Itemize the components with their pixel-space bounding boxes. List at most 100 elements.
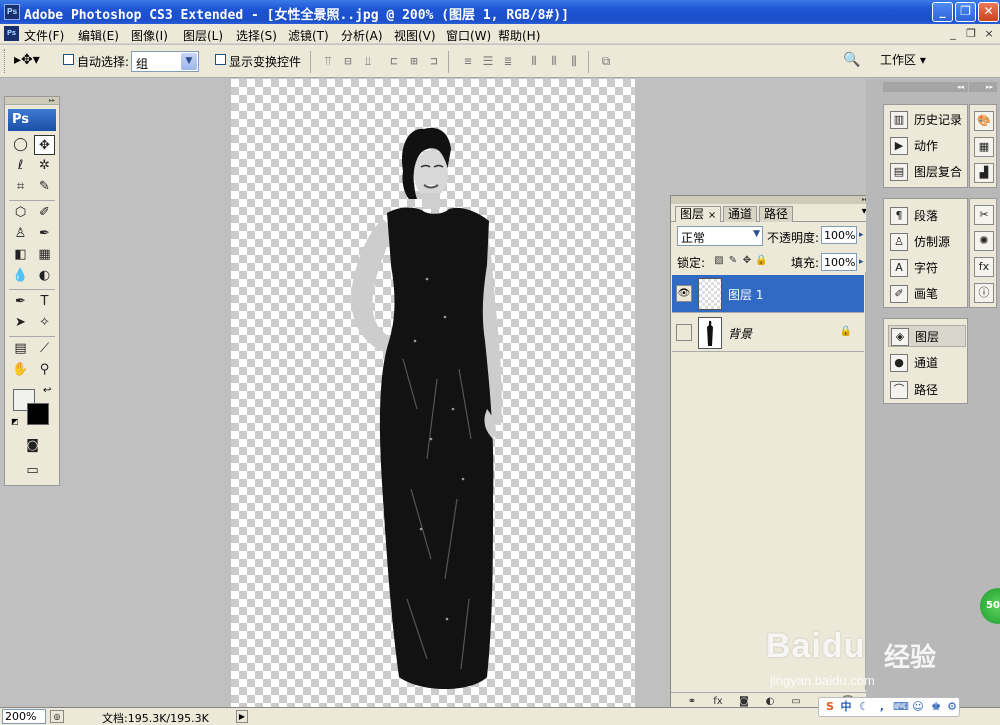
visibility-eye-icon[interactable]: 👁 [676,285,692,302]
distribute-top-icon[interactable]: ≡ [460,53,476,69]
background-color-swatch[interactable] [27,403,49,425]
menu-edit[interactable]: 编辑(E) [78,27,119,44]
options-grip[interactable] [4,49,7,73]
marquee-tool-icon[interactable]: ◯ [10,135,31,155]
user-icon[interactable]: ☺ [911,700,925,714]
menu-window[interactable]: 窗口(W) [446,27,491,44]
show-transform-checkbox[interactable] [215,54,226,65]
move-tool-icon[interactable]: ✥ [34,135,55,155]
color-icon[interactable]: 🎨 [974,111,994,131]
blend-mode-dropdown[interactable]: 正常 ▼ [677,226,763,246]
bridge-icon[interactable]: 🔍 [843,52,865,70]
align-right-icon[interactable]: ⊐ [426,53,442,69]
quick-mask-icon[interactable]: ◙ [22,436,43,456]
panel-collapse-icon[interactable]: ▸▸ ✕ [671,196,879,204]
distribute-bottom-icon[interactable]: ≣ [500,53,516,69]
moon-icon[interactable]: ☾ [857,700,871,714]
menu-select[interactable]: 选择(S) [236,27,277,44]
doc-close-button[interactable]: × [982,27,996,40]
brush-tool-icon[interactable]: ✐ [34,203,55,223]
menu-help[interactable]: 帮助(H) [498,27,540,44]
dock-item-character[interactable]: A 字符 [888,257,966,279]
dock-expand-icon[interactable]: ▸▸ [969,82,997,92]
history-brush-tool-icon[interactable]: ✒ [34,224,55,244]
custom-shape-tool-icon[interactable]: ✧ [34,313,55,333]
distribute-hcenter-icon[interactable]: ⦀ [546,53,562,69]
pen-tool-icon[interactable]: ✒ [10,292,31,312]
shirt-icon[interactable]: ♚ [929,700,943,714]
fill-input[interactable]: 100% [821,253,857,271]
menu-image[interactable]: 图像(I) [131,27,168,44]
auto-align-layers-icon[interactable]: ⧉ [598,53,614,69]
menu-file[interactable]: 文件(F) [24,27,64,44]
dock-collapse-icon[interactable]: ◂◂ [883,82,968,92]
swap-colors-icon[interactable]: ↩ [43,385,51,396]
hand-tool-icon[interactable]: ✋ [10,360,31,380]
zoom-input[interactable]: 200% [2,709,46,724]
status-menu-arrow-icon[interactable]: ▶ [236,710,248,723]
path-selection-tool-icon[interactable]: ➤ [10,313,31,333]
visibility-toggle[interactable] [676,324,692,341]
tab-paths[interactable]: 路径 [759,206,794,222]
status-info-icon[interactable]: ◎ [50,710,64,723]
workspace-button[interactable]: 工作区 ▾ [880,51,926,71]
lock-position-icon[interactable]: ✥ [741,255,753,267]
align-top-icon[interactable]: ⫪ [320,53,336,69]
settings-icon[interactable]: ⚙ [945,700,959,714]
screen-mode-icon[interactable]: ▭ [22,461,43,481]
lasso-tool-icon[interactable]: ℓ [10,156,31,176]
styles-icon[interactable]: fx [974,257,994,277]
lock-image-icon[interactable]: ✎ [727,255,739,267]
opacity-input[interactable]: 100% [821,226,857,244]
healing-brush-tool-icon[interactable]: ⬡ [10,203,31,223]
sogou-logo-icon[interactable]: S [823,700,837,714]
gradient-tool-icon[interactable]: ▦ [34,245,55,265]
dock-item-paths[interactable]: ⌒ 路径 [888,379,966,401]
tool-presets-icon[interactable]: ✂ [974,205,994,225]
tab-layers[interactable]: 图层 × [675,206,722,222]
move-tool-preset-icon[interactable]: ▸✥▾ [14,52,48,72]
distribute-right-icon[interactable]: ⫼ [566,53,582,69]
layer-row-background[interactable]: 背景 🔒 [672,314,864,352]
lock-all-icon[interactable]: 🔒 [755,255,767,267]
menu-view[interactable]: 视图(V) [394,27,436,44]
tab-channels[interactable]: 通道 [723,206,758,222]
document-icon[interactable]: Ps [4,26,19,41]
align-hcenter-icon[interactable]: ⊞ [406,53,422,69]
eyedropper-tool-icon[interactable]: ⟋ [34,339,55,359]
dock-item-history[interactable]: ▥ 历史记录 [888,109,966,131]
type-tool-icon[interactable]: T [34,292,55,312]
auto-select-dropdown[interactable]: 组 ▼ [131,51,199,72]
maximize-button[interactable]: ❐ [955,2,976,22]
close-button[interactable]: ✕ [978,2,999,22]
auto-select-checkbox[interactable] [63,54,74,65]
distribute-left-icon[interactable]: ⫴ [526,53,542,69]
doc-minimize-button[interactable]: _ [946,27,960,40]
dock-item-channels[interactable]: ● 通道 [888,352,966,374]
menu-layer[interactable]: 图层(L) [183,27,223,44]
document-canvas[interactable] [231,79,635,707]
zoom-tool-icon[interactable]: ⚲ [34,360,55,380]
dock-item-actions[interactable]: ▶ 动作 [888,135,966,157]
magic-wand-tool-icon[interactable]: ✲ [34,156,55,176]
swatches-icon[interactable]: ▦ [974,137,994,157]
align-vcenter-icon[interactable]: ⊟ [340,53,356,69]
notes-tool-icon[interactable]: ▤ [10,339,31,359]
dock-item-brushes[interactable]: ✐ 画笔 [888,283,966,305]
dock-item-paragraph[interactable]: ¶ 段落 [888,205,966,227]
dodge-tool-icon[interactable]: ◐ [34,266,55,286]
slice-tool-icon[interactable]: ✎ [34,177,55,197]
align-bottom-icon[interactable]: ⫫ [360,53,376,69]
keyboard-icon[interactable]: ⌨ [893,700,909,714]
blur-tool-icon[interactable]: 💧 [10,266,31,286]
clone-stamp-tool-icon[interactable]: ♙ [10,224,31,244]
distribute-vcenter-icon[interactable]: ☰ [480,53,496,69]
dock-item-layers[interactable]: ◈ 图层 [888,325,966,347]
tab-close-icon[interactable]: × [708,210,716,221]
lock-transparency-icon[interactable]: ▨ [713,255,725,267]
minimize-button[interactable]: _ [932,2,953,22]
align-left-icon[interactable]: ⊏ [386,53,402,69]
histogram-icon[interactable]: ▟ [974,163,994,183]
layer-row-layer1[interactable]: 👁 图层 1 [672,275,864,313]
default-colors-icon[interactable]: ◩ [11,417,19,426]
